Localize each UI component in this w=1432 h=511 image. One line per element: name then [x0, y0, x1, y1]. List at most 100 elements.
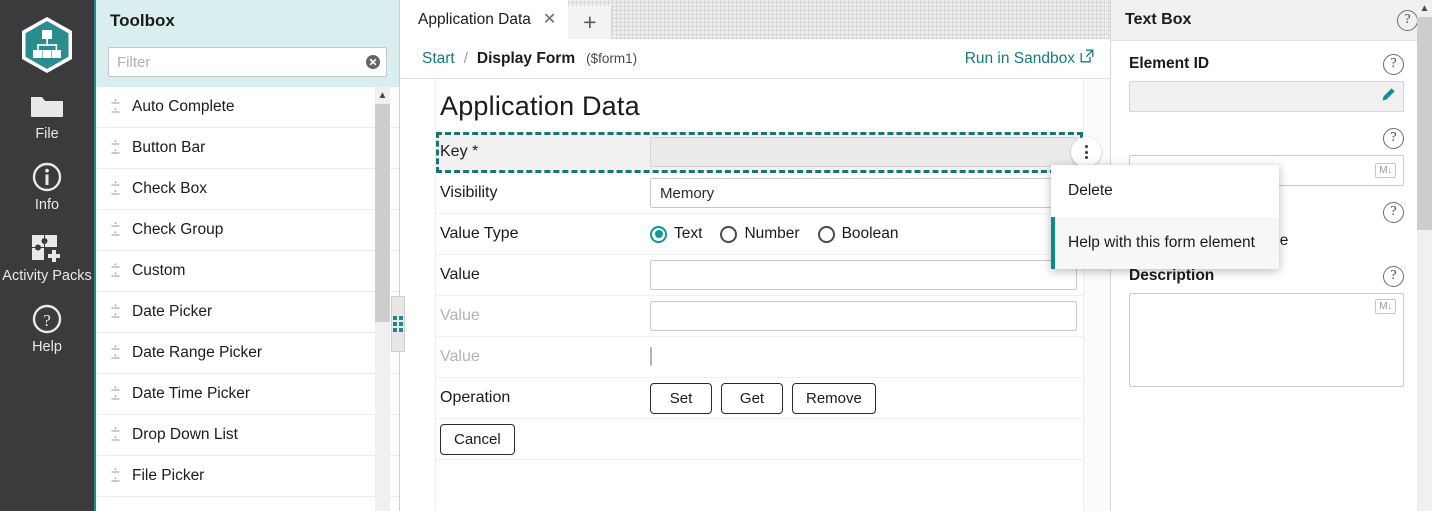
form-text-input[interactable]: Memory: [650, 178, 1077, 208]
context-menu-item[interactable]: Delete: [1051, 165, 1279, 217]
rail-item-label: File: [35, 127, 58, 143]
help-circle-icon[interactable]: ?: [1383, 202, 1404, 223]
more-vertical-icon[interactable]: [1071, 137, 1101, 167]
application-window: File Info: [0, 0, 1432, 511]
panel-splitter-handle[interactable]: [391, 296, 405, 352]
toolbox-item-label: Custom: [132, 262, 185, 280]
drag-handle-icon[interactable]: ∸∸: [110, 221, 132, 239]
toolbox-item[interactable]: ∸∸Date Time Picker: [96, 374, 399, 415]
context-menu-item[interactable]: Help with this form element: [1051, 217, 1279, 269]
drag-handle-icon[interactable]: ∸∸: [110, 139, 132, 157]
rail-item-help[interactable]: ? Help: [0, 291, 95, 362]
form-row[interactable]: Value: [436, 255, 1083, 296]
drag-handle-icon[interactable]: ∸∸: [110, 467, 132, 485]
radio-option[interactable]: Text: [650, 225, 702, 243]
radio-option[interactable]: Number: [720, 225, 799, 243]
toolbox-item[interactable]: ∸∸Check Box: [96, 169, 399, 210]
drag-handle-icon[interactable]: ∸∸: [110, 303, 132, 321]
toolbox-item[interactable]: ∸∸Auto Complete: [96, 87, 399, 128]
scroll-up-icon[interactable]: ▲: [375, 87, 390, 104]
drag-handle-icon[interactable]: ∸∸: [110, 262, 132, 280]
drag-handle-icon[interactable]: ∸∸: [110, 98, 132, 116]
rail-item-file[interactable]: File: [0, 78, 95, 149]
toolbox-scrollbar[interactable]: ▲: [375, 87, 390, 511]
help-circle-icon[interactable]: ?: [1383, 266, 1404, 287]
drag-handle-icon[interactable]: ∸∸: [110, 180, 132, 198]
toolbox-item[interactable]: ∸∸Button Bar: [96, 128, 399, 169]
toolbox-item[interactable]: ∸∸Check Group: [96, 210, 399, 251]
form-canvas: Application Data Key *VisibilityMemoryVa…: [400, 79, 1110, 511]
properties-scrollbar[interactable]: ▲: [1417, 0, 1432, 511]
toolbox-scrollbar-thumb[interactable]: [375, 104, 390, 322]
toolbox-item[interactable]: ∸∸Date Range Picker: [96, 333, 399, 374]
toolbox-item[interactable]: ∸∸Drop Down List: [96, 415, 399, 456]
form-row[interactable]: Key *: [436, 132, 1083, 173]
form-text-input[interactable]: [650, 260, 1077, 290]
property-label: Element ID: [1129, 55, 1209, 73]
form-row[interactable]: Value: [436, 337, 1083, 378]
rail-item-label: Activity Packs: [2, 269, 91, 285]
form-row[interactable]: Value TypeText Number Boolean: [436, 214, 1083, 255]
description-textarea[interactable]: M↓: [1129, 293, 1404, 387]
operation-button[interactable]: Remove: [792, 383, 876, 414]
markdown-badge-icon[interactable]: M↓: [1375, 299, 1396, 314]
form-row[interactable]: Value: [436, 296, 1083, 337]
form-row-label: Visibility: [436, 184, 650, 202]
properties-scrollbar-thumb[interactable]: [1417, 17, 1432, 230]
help-circle-icon[interactable]: ?: [1383, 54, 1404, 75]
toolbox-item[interactable]: ∸∸File Picker: [96, 456, 399, 497]
form-row[interactable]: OperationSet Get Remove: [436, 378, 1083, 419]
center-area: Application Data ✕ + Start / Display For…: [400, 0, 1110, 511]
cancel-button[interactable]: Cancel: [440, 424, 515, 455]
operation-button[interactable]: Get: [721, 383, 783, 414]
radio-circle-icon[interactable]: [818, 226, 835, 243]
drag-handle-icon[interactable]: ∸∸: [110, 344, 132, 362]
radio-circle-icon[interactable]: [720, 226, 737, 243]
toolbox-list: ∸∸Auto Complete∸∸Button Bar∸∸Check Box∸∸…: [96, 87, 399, 511]
operation-button[interactable]: Set: [650, 383, 712, 414]
toolbox-item[interactable]: ∸∸Custom: [96, 251, 399, 292]
help-circle-icon[interactable]: ?: [1397, 10, 1418, 31]
property-element-id: Element ID ?: [1129, 51, 1404, 112]
form-row-label: Key *: [436, 143, 650, 161]
rail-item-info[interactable]: Info: [0, 149, 95, 220]
tab-application-data[interactable]: Application Data ✕: [400, 0, 568, 39]
svg-text:?: ?: [43, 311, 51, 330]
close-icon[interactable]: ✕: [543, 12, 556, 28]
form-text-input[interactable]: [650, 137, 1077, 167]
toolbox-item[interactable]: ∸∸Date Picker: [96, 292, 399, 333]
pencil-icon[interactable]: [1380, 87, 1396, 107]
scroll-up-icon[interactable]: ▲: [1417, 0, 1432, 17]
search-input[interactable]: [109, 49, 360, 75]
drag-handle-icon[interactable]: ∸∸: [110, 426, 132, 444]
properties-header: Text Box ?: [1111, 0, 1432, 41]
form-text-input[interactable]: [650, 301, 1077, 331]
properties-body: Element ID ? ?: [1111, 41, 1432, 511]
toolbox-filter[interactable]: [108, 47, 387, 77]
form-row[interactable]: VisibilityMemory: [436, 173, 1083, 214]
radio-option[interactable]: Boolean: [818, 225, 899, 243]
toolbox-item-label: Check Box: [132, 180, 207, 198]
toolbox-item-label: Auto Complete: [132, 98, 235, 116]
rail-item-label: Info: [35, 198, 59, 214]
toolbox-item-label: Date Range Picker: [132, 344, 262, 362]
form-row-label: Value Type: [436, 225, 650, 243]
radio-circle-icon[interactable]: [650, 226, 667, 243]
breadcrumb-start-link[interactable]: Start: [422, 50, 455, 68]
toolbox-filter-wrap: [96, 41, 399, 87]
markdown-badge-icon[interactable]: M↓: [1375, 163, 1396, 178]
help-circle-icon[interactable]: ?: [1383, 128, 1404, 149]
clear-circle-icon[interactable]: [360, 54, 386, 70]
form-row-label: Value: [436, 307, 650, 325]
toolbox-item-label: Drop Down List: [132, 426, 238, 444]
hierarchy-logo-icon[interactable]: [14, 12, 80, 78]
element-id-field[interactable]: [1129, 81, 1404, 112]
drag-handle-icon[interactable]: ∸∸: [110, 385, 132, 403]
rail-item-activity-packs[interactable]: Activity Packs: [0, 220, 95, 291]
form-checkbox[interactable]: [650, 347, 652, 366]
toolbox-title: Toolbox: [96, 0, 399, 41]
add-tab-button[interactable]: +: [568, 6, 612, 39]
form-row-label: Operation: [436, 389, 650, 407]
run-in-sandbox-button[interactable]: Run in Sandbox: [965, 49, 1094, 68]
toolbox-item-label: Button Bar: [132, 139, 205, 157]
